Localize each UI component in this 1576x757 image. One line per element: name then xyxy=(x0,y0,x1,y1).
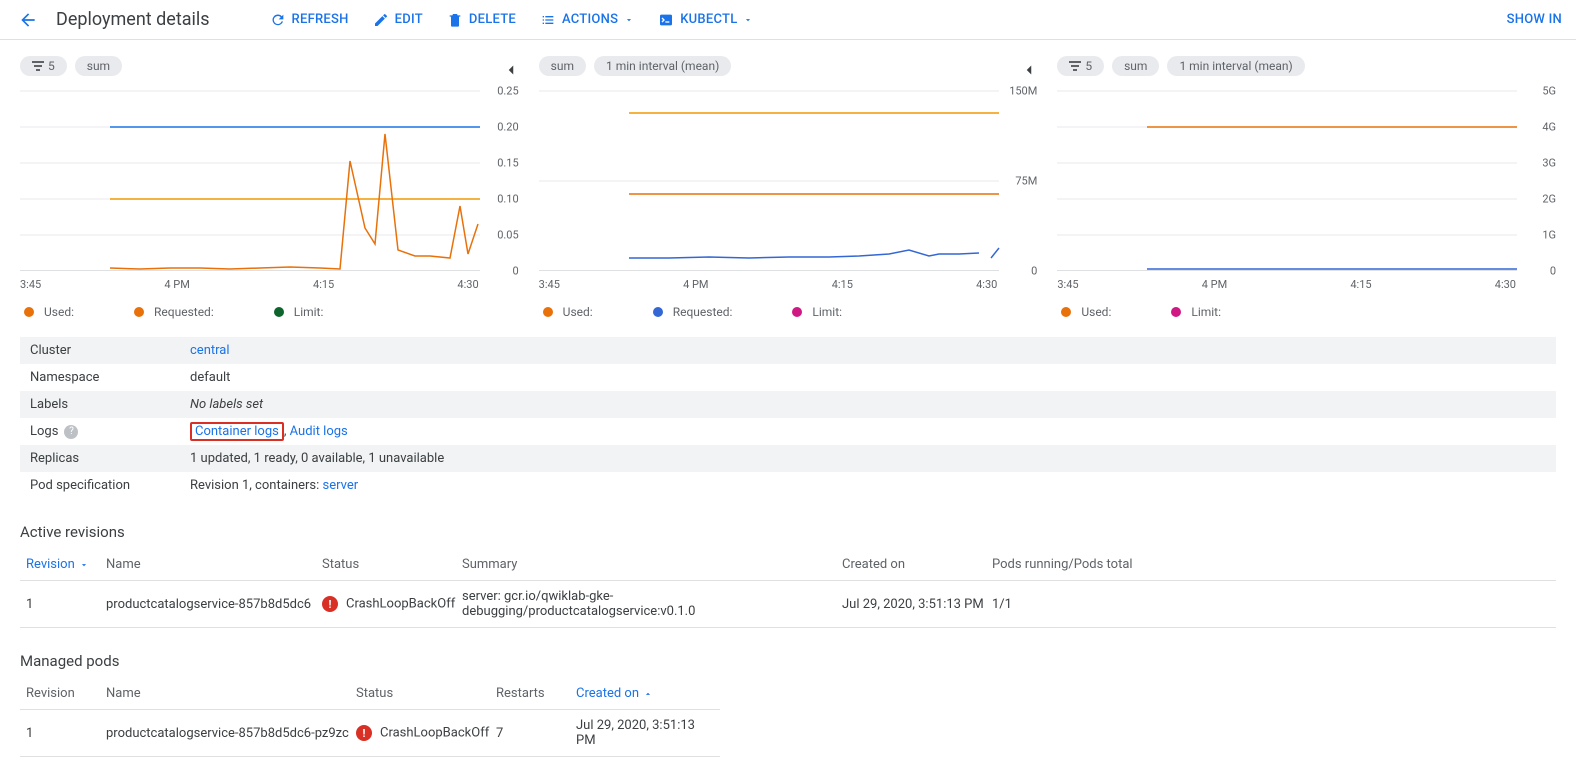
cluster-link[interactable]: central xyxy=(190,343,230,358)
chevron-left-icon[interactable] xyxy=(499,58,523,82)
error-icon: ! xyxy=(356,725,372,741)
chart-panel-memory: sum 1 min interval (mean) 150M 75M 0 3:4… xyxy=(539,56,1038,319)
list-icon xyxy=(540,12,556,28)
dot-icon xyxy=(543,307,553,317)
podspec-server-link[interactable]: server xyxy=(323,478,359,493)
actions-label: ACTIONS xyxy=(562,12,618,27)
refresh-icon xyxy=(270,12,286,28)
logs-label: Logs xyxy=(30,424,58,439)
labels-value: No labels set xyxy=(190,397,263,412)
show-in-link[interactable]: SHOW IN xyxy=(1507,12,1562,27)
table-row[interactable]: 1 productcatalogservice-857b8d5dc6 !Cras… xyxy=(20,581,1556,628)
chart-svg xyxy=(539,86,1007,271)
interval-chip[interactable]: 1 min interval (mean) xyxy=(594,56,731,76)
pencil-icon xyxy=(373,12,389,28)
cluster-label: Cluster xyxy=(30,343,190,358)
dot-icon xyxy=(274,307,284,317)
sum-chip[interactable]: sum xyxy=(75,56,122,76)
delete-label: DELETE xyxy=(469,12,516,27)
chart-panel-disk: 5 sum 1 min interval (mean) 5G 4G 3G 2G … xyxy=(1057,56,1556,319)
dot-icon xyxy=(24,307,34,317)
dot-icon xyxy=(792,307,802,317)
refresh-label: REFRESH xyxy=(292,12,349,27)
edit-label: EDIT xyxy=(395,12,423,27)
dot-icon xyxy=(1171,307,1181,317)
container-logs-link[interactable]: Container logs xyxy=(195,424,279,439)
terminal-icon xyxy=(658,12,674,28)
chevron-down-icon xyxy=(79,560,89,570)
dot-icon xyxy=(1061,307,1071,317)
back-button[interactable] xyxy=(8,0,48,40)
revision-sort[interactable]: Revision xyxy=(26,557,89,572)
chevron-down-icon xyxy=(624,15,634,25)
sum-chip[interactable]: sum xyxy=(1112,56,1159,76)
pods-table: Revision Name Status Restarts Created on… xyxy=(20,678,720,757)
audit-logs-link[interactable]: Audit logs xyxy=(290,424,348,439)
actions-button[interactable]: ACTIONS xyxy=(540,12,634,28)
header-bar: Deployment details REFRESH EDIT DELETE A… xyxy=(0,0,1576,40)
details-table: Clustercentral Namespacedefault LabelsNo… xyxy=(20,337,1556,499)
table-row[interactable]: 1 productcatalogservice-857b8d5dc6-pz9zc… xyxy=(20,710,720,757)
chevron-left-icon[interactable] xyxy=(1017,58,1041,82)
trash-icon xyxy=(447,12,463,28)
edit-button[interactable]: EDIT xyxy=(373,12,423,28)
chart-svg xyxy=(1057,86,1525,271)
managed-pods-title: Managed pods xyxy=(20,652,1556,670)
refresh-button[interactable]: REFRESH xyxy=(270,12,349,28)
labels-label: Labels xyxy=(30,397,190,412)
kubectl-button[interactable]: KUBECTL xyxy=(658,12,753,28)
filter-chip[interactable]: 5 xyxy=(20,56,67,76)
dot-icon xyxy=(653,307,663,317)
dot-icon xyxy=(134,307,144,317)
replicas-value: 1 updated, 1 ready, 0 available, 1 unava… xyxy=(190,451,444,466)
filter-chip[interactable]: 5 xyxy=(1057,56,1104,76)
help-icon[interactable]: ? xyxy=(64,425,78,439)
namespace-value: default xyxy=(190,370,230,385)
created-sort[interactable]: Created on xyxy=(576,686,653,701)
replicas-label: Replicas xyxy=(30,451,190,466)
chart-panel-cpu: 5 sum 0.25 0.20 0.15 0.10 0.05 0 xyxy=(20,56,519,319)
revisions-table: Revision Name Status Summary Created on … xyxy=(20,549,1556,628)
kubectl-label: KUBECTL xyxy=(680,12,737,27)
interval-chip[interactable]: 1 min interval (mean) xyxy=(1167,56,1304,76)
error-icon: ! xyxy=(322,596,338,612)
charts-row: 5 sum 0.25 0.20 0.15 0.10 0.05 0 xyxy=(0,40,1576,327)
page-title: Deployment details xyxy=(56,9,210,30)
chevron-down-icon xyxy=(743,15,753,25)
chart-svg xyxy=(20,86,488,271)
chevron-up-icon xyxy=(643,689,653,699)
active-revisions-title: Active revisions xyxy=(20,523,1556,541)
podspec-label: Pod specification xyxy=(30,478,190,493)
delete-button[interactable]: DELETE xyxy=(447,12,516,28)
namespace-label: Namespace xyxy=(30,370,190,385)
toolbar: REFRESH EDIT DELETE ACTIONS KUBECTL xyxy=(270,12,754,28)
sum-chip[interactable]: sum xyxy=(539,56,586,76)
